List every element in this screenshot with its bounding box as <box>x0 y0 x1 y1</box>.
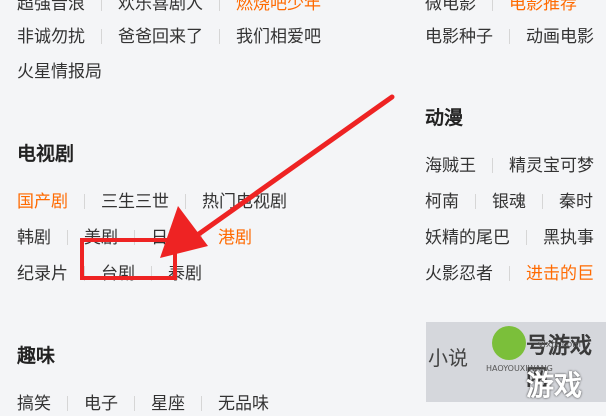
separator <box>185 194 186 209</box>
link-feicheng-wurao[interactable]: 非诚勿扰 <box>17 25 85 49</box>
movie-row-2: 电影种子 动画电影 <box>425 25 594 49</box>
link-guochan-ju[interactable]: 国产剧 <box>17 190 68 214</box>
separator <box>526 230 527 245</box>
separator <box>101 29 102 44</box>
anime-row-2: 柯南 银魂 秦时 <box>425 190 593 214</box>
link-yaojing-de-weiba[interactable]: 妖精的尾巴 <box>425 226 510 250</box>
separator <box>509 29 510 44</box>
left-column: 超强音浪 欢乐喜剧人 燃烧吧少年 非诚勿扰 爸爸回来了 我们相爱吧 火星情报局 电视剧 … <box>0 0 406 414</box>
variety-row-1: 超强音浪 欢乐喜剧人 燃烧吧少年 <box>17 0 321 16</box>
link-dianzi[interactable]: 电子 <box>84 392 118 416</box>
link-chaoqiang-yinlang[interactable]: 超强音浪 <box>17 0 85 16</box>
link-jingling-baokemeng[interactable]: 精灵宝可梦 <box>509 154 594 178</box>
link-hei-zhishi[interactable]: 黑执事 <box>543 226 594 250</box>
separator <box>492 0 493 11</box>
link-wupinwei[interactable]: 无品味 <box>218 392 269 416</box>
link-ranshao-ba-shaonian[interactable]: 燃烧吧少年 <box>236 0 321 16</box>
link-wei-dianying[interactable]: 微电影 <box>425 0 476 16</box>
link-qinshi[interactable]: 秦时 <box>559 190 593 214</box>
link-women-xiangai-ba[interactable]: 我们相爱吧 <box>236 25 321 49</box>
separator <box>542 194 543 209</box>
link-remen-dianshiju[interactable]: 热门电视剧 <box>202 190 287 214</box>
separator <box>475 194 476 209</box>
link-donghua-dianying[interactable]: 动画电影 <box>526 25 594 49</box>
link-haizeiwang[interactable]: 海贼王 <box>425 154 476 178</box>
link-huoxing-qingbaoju[interactable]: 火星情报局 <box>17 60 102 84</box>
link-gang-ju[interactable]: 港剧 <box>218 226 252 250</box>
separator <box>201 396 202 411</box>
link-huanle-xijuren[interactable]: 欢乐喜剧人 <box>118 0 203 16</box>
anime-row-3: 妖精的尾巴 黑执事 <box>425 226 594 250</box>
separator <box>101 0 102 11</box>
tv-row-1: 国产剧 三生三世 热门电视剧 <box>17 190 287 214</box>
separator <box>509 266 510 281</box>
link-jilu-pian[interactable]: 纪录片 <box>17 262 68 286</box>
separator <box>219 0 220 11</box>
separator <box>219 29 220 44</box>
anime-row-4: 火影忍者 进击的巨 <box>425 262 594 286</box>
anime-row-1: 海贼王 精灵宝可梦 <box>425 154 594 178</box>
promo-card-image: 小说 号游戏网 ylxjx.com HAOYOUXIWANG 游戏 <box>426 322 606 402</box>
section-heading-tv: 电视剧 <box>17 143 75 165</box>
link-baba-huilaile[interactable]: 爸爸回来了 <box>118 25 203 49</box>
link-kenan[interactable]: 柯南 <box>425 190 459 214</box>
movie-row-1: 微电影 电影推荐 <box>425 0 577 16</box>
watermark-url: ylxjx.com <box>538 340 582 350</box>
link-dianying-zhongzi[interactable]: 电影种子 <box>425 25 493 49</box>
link-xingzuo[interactable]: 星座 <box>151 392 185 416</box>
watermark-logo-icon <box>492 326 526 360</box>
card-cover-text: 小说 <box>428 346 468 370</box>
section-heading-anime: 动漫 <box>425 107 464 129</box>
fun-row-1: 搞笑 电子 星座 无品味 <box>17 392 269 416</box>
promo-card[interactable]: 小说 号游戏网 ylxjx.com HAOYOUXIWANG 游戏 <box>426 322 606 402</box>
separator <box>134 396 135 411</box>
separator <box>67 230 68 245</box>
link-yinhun[interactable]: 银魂 <box>492 190 526 214</box>
variety-row-3: 火星情报局 <box>17 60 102 84</box>
right-column: 微电影 电影推荐 电影种子 动画电影 动漫 海贼王 精灵宝可梦 柯南 银魂 秦时 妖精的尾… <box>406 0 606 402</box>
link-gaoxiao[interactable]: 搞笑 <box>17 392 51 416</box>
separator <box>84 194 85 209</box>
separator <box>67 396 68 411</box>
section-heading-fun: 趣味 <box>17 345 56 367</box>
annotation-highlight-box <box>80 238 177 280</box>
link-sansheng-sanshi[interactable]: 三生三世 <box>101 190 169 214</box>
link-huoying-renzhe[interactable]: 火影忍者 <box>425 262 493 286</box>
separator <box>492 158 493 173</box>
link-han-ju[interactable]: 韩剧 <box>17 226 51 250</box>
variety-row-2: 非诚勿扰 爸爸回来了 我们相爱吧 <box>17 25 321 49</box>
link-jinji-de-juren[interactable]: 进击的巨 <box>526 262 594 286</box>
watermark-logo-text-2: 游戏 <box>526 369 583 402</box>
link-dianying-tuijian[interactable]: 电影推荐 <box>509 0 577 16</box>
separator <box>201 230 202 245</box>
